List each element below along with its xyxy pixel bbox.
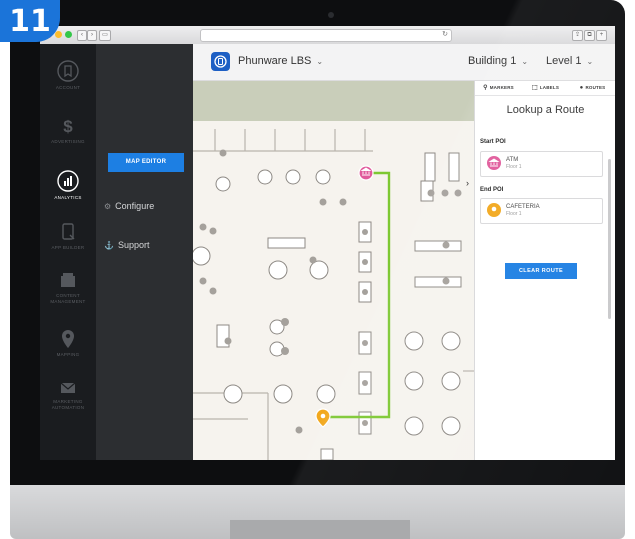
nav-label-advertising: ADVERTISING (51, 139, 85, 144)
start-poi-label: Start POI (480, 139, 506, 145)
end-poi-name: CAFETERIA (506, 204, 540, 210)
app-logo-icon[interactable] (211, 52, 230, 71)
nav-item-advertising[interactable]: $ ADVERTISING (40, 116, 96, 145)
left-nav: ACCOUNT $ ADVERTISING ANALYTICS APP BUIL… (40, 44, 96, 460)
back-icon[interactable]: ‹ (77, 30, 87, 41)
building-select[interactable]: Building 1 ⌄ (468, 55, 528, 67)
mail-icon (60, 382, 76, 393)
panel-scrollbar[interactable] (608, 159, 611, 319)
tab-labels[interactable]: ⬚ LABELS (522, 81, 569, 95)
start-poi-name: ATM (506, 157, 519, 163)
app-switcher[interactable]: Phunware LBS ⌄ (238, 55, 323, 67)
routes-icon: ● (579, 85, 584, 91)
address-bar[interactable]: ↻ (200, 29, 452, 42)
route-panel: › ⚲ MARKERS ⬚ LABELS ● ROUTES Lookup a Rout… (466, 81, 615, 460)
tab-markers-label: MARKERS (489, 85, 514, 90)
forward-icon[interactable]: › (87, 30, 97, 41)
cafeteria-marker[interactable] (315, 408, 331, 428)
end-poi-field[interactable]: CAFETERIA Floor 1 (480, 198, 603, 224)
support-label: Support (117, 240, 150, 250)
start-poi-floor: Floor 1 (506, 164, 522, 170)
support-icon: ⚓ (104, 241, 114, 250)
sidebar-toggle-icon[interactable]: ▭ (99, 30, 111, 41)
chevron-down-icon: ⌄ (316, 57, 324, 66)
end-poi-label: End POI (480, 187, 504, 193)
clear-route-button[interactable]: CLEAR ROUTE (505, 263, 577, 279)
browser-window: ‹ › ▭ ↻ ⇪ ⧉ + ACCOUNT $ ADVERTISING ANAL… (40, 26, 615, 460)
tab-markers[interactable]: ⚲ MARKERS (475, 81, 522, 95)
app-builder-icon (62, 223, 75, 240)
nav-label-app-builder: APP BUILDER (51, 245, 85, 250)
chevron-down-icon: ⌄ (586, 57, 594, 66)
nav-label-content-management: CONTENT MANAGEMENT (50, 293, 86, 304)
route-path (323, 171, 391, 419)
label-icon: ⬚ (531, 85, 538, 91)
support-link[interactable]: ⚓ Support (104, 240, 150, 250)
share-icon[interactable]: ⇪ (572, 30, 583, 41)
cafeteria-pin-icon (487, 203, 501, 217)
maximize-window-button[interactable] (65, 31, 72, 38)
nav-label-marketing-automation: MARKETING AUTOMATION (51, 399, 85, 410)
map-editor-button[interactable]: MAP EDITOR (108, 153, 184, 172)
configure-label: Configure (115, 201, 155, 211)
atm-icon (487, 156, 501, 170)
tab-labels-label: LABELS (539, 85, 560, 90)
start-poi-field[interactable]: ATM Floor 1 (480, 151, 603, 177)
browser-toolbar: ‹ › ▭ ↻ ⇪ ⧉ + (40, 26, 615, 45)
nav-item-account[interactable]: ACCOUNT (40, 60, 96, 91)
nav-item-app-builder[interactable]: APP BUILDER (40, 222, 96, 251)
configure-link[interactable]: ⚙ Configure (104, 201, 154, 211)
svg-text:$: $ (63, 117, 73, 136)
collapse-panel-icon[interactable]: › (466, 178, 469, 188)
chevron-down-icon: ⌄ (521, 57, 529, 66)
nav-label-account: ACCOUNT (55, 85, 81, 90)
reload-icon[interactable]: ↻ (442, 30, 448, 38)
marker-icon: ⚲ (483, 85, 488, 91)
tabs-icon[interactable]: ⧉ (584, 30, 595, 41)
map-green-area (193, 81, 474, 121)
new-tab-icon[interactable]: + (596, 30, 607, 41)
monitor-stand (230, 520, 410, 539)
minimize-window-button[interactable] (55, 31, 62, 38)
nav-item-analytics[interactable]: ANALYTICS (40, 170, 96, 201)
analytics-icon (57, 170, 79, 192)
floor-plan-drawing[interactable] (193, 81, 474, 460)
tab-routes[interactable]: ● ROUTES (569, 81, 615, 95)
floor-map[interactable] (193, 81, 474, 460)
atm-marker[interactable] (358, 165, 374, 181)
panel-title: Lookup a Route (506, 104, 585, 116)
map-pin-icon (62, 330, 74, 348)
tab-routes-label: ROUTES (585, 85, 606, 90)
nav-item-marketing-automation[interactable]: MARKETING AUTOMATION (40, 380, 96, 411)
nav-label-analytics: ANALYTICS (54, 195, 82, 200)
monitor-frame: ‹ › ▭ ↻ ⇪ ⧉ + ACCOUNT $ ADVERTISING ANAL… (10, 0, 625, 485)
nav-item-mapping[interactable]: MAPPING (40, 329, 96, 358)
panel-tabs: ⚲ MARKERS ⬚ LABELS ● ROUTES (475, 81, 615, 96)
app-header: Phunware LBS ⌄ Building 1 ⌄ Level 1 ⌄ (193, 44, 615, 81)
submenu-panel: MAP EDITOR ⚙ Configure ⚓ Support (96, 44, 193, 460)
building-value: Building 1 (468, 55, 517, 67)
dollar-icon: $ (63, 117, 73, 136)
nav-label-mapping: MAPPING (56, 352, 80, 357)
account-icon (57, 60, 79, 82)
end-poi-floor: Floor 1 (506, 211, 522, 217)
level-value: Level 1 (546, 55, 582, 67)
nav-item-content-management[interactable]: CONTENT MANAGEMENT (40, 272, 96, 305)
gear-icon: ⚙ (104, 202, 112, 211)
level-select[interactable]: Level 1 ⌄ (546, 55, 593, 67)
step-badge: 11 (0, 0, 60, 42)
app-name: Phunware LBS (238, 55, 312, 67)
camera-dot (328, 12, 334, 18)
content-icon (61, 273, 75, 287)
